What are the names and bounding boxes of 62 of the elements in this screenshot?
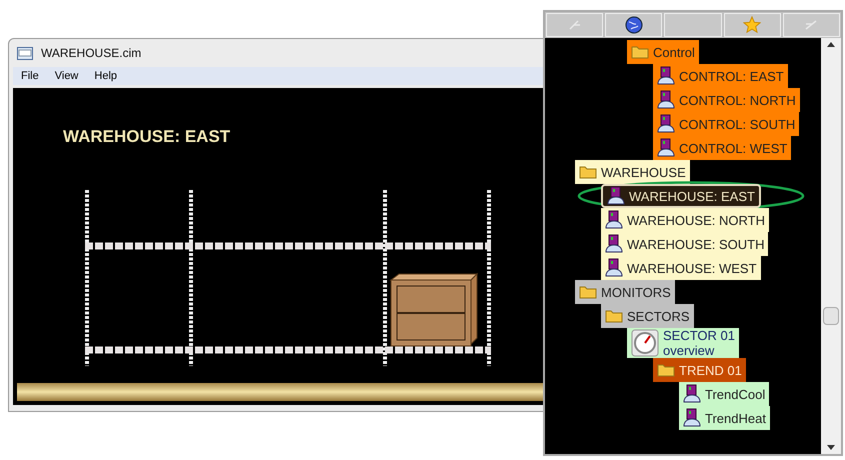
star-icon	[743, 16, 762, 34]
tree-item-label: CONTROL: WEST	[679, 140, 788, 156]
tree-item[interactable]: WAREHOUSE: NORTH	[601, 208, 769, 232]
computer-icon	[657, 138, 675, 158]
window-icon	[17, 46, 33, 60]
scrollbar[interactable]	[821, 38, 841, 454]
tree-item-label: Control	[653, 44, 695, 60]
tree-item-label: CONTROL: EAST	[679, 68, 784, 84]
tree-item-sublabel: overview	[663, 343, 716, 358]
scrollbar-thumb[interactable]	[823, 307, 839, 325]
menu-item[interactable]: View	[54, 68, 78, 84]
tree-item-label: TrendHeat	[705, 410, 766, 426]
tree-item-label: WAREHOUSE: NORTH	[627, 212, 765, 228]
tree-item-label: WAREHOUSE: WEST	[627, 260, 757, 276]
folder-icon	[631, 45, 649, 59]
computer-icon	[605, 210, 623, 230]
folder-icon	[579, 285, 597, 299]
tree-item-label: SECTORS	[627, 308, 690, 324]
tree-item-label: CONTROL: SOUTH	[679, 116, 796, 132]
computer-icon	[605, 234, 623, 254]
tree-item[interactable]: TrendCool	[679, 382, 770, 406]
globe-icon	[624, 16, 643, 34]
tree-item[interactable]: CONTROL: NORTH	[653, 88, 800, 112]
computer-icon	[605, 258, 623, 278]
tree-item-label: WAREHOUSE	[601, 164, 686, 180]
tree-item-label: WAREHOUSE: EAST	[629, 188, 755, 204]
computer-icon	[683, 384, 701, 404]
tree-item[interactable]: SECTORS	[601, 304, 694, 328]
computer-icon	[657, 90, 675, 110]
tree-item[interactable]: CONTROL: WEST	[653, 136, 792, 160]
window-title: WAREHOUSE.cim	[41, 45, 142, 62]
screen-title: WAREHOUSE: EAST	[63, 127, 230, 146]
toolbar-button[interactable]	[605, 13, 662, 37]
tree-item[interactable]: CONTROL: EAST	[653, 64, 788, 88]
computer-icon	[657, 114, 675, 134]
tree-item-label: CONTROL: NORTH	[679, 92, 796, 108]
scroll-up-icon	[827, 42, 835, 47]
tree-item-label: TREND 01	[679, 362, 742, 378]
computer-icon	[607, 186, 625, 206]
tree-item[interactable]: CONTROL: SOUTH	[653, 112, 800, 136]
menu-item[interactable]: Help	[94, 68, 118, 84]
folder-icon	[579, 165, 597, 179]
tree-item[interactable]: Control	[627, 40, 699, 64]
tree-item[interactable]: TrendHeat	[679, 406, 770, 430]
tree-item-label: WAREHOUSE: SOUTH	[627, 236, 764, 252]
tree-item[interactable]: WAREHOUSE: SOUTH	[601, 232, 768, 256]
gauge-icon	[631, 329, 659, 357]
computer-icon	[657, 66, 675, 86]
tree-item[interactable]: TREND 01	[653, 358, 746, 382]
folder-icon	[605, 309, 623, 323]
tree-item-label: SECTOR 01	[663, 328, 736, 343]
tree-item-label: MONITORS	[601, 284, 671, 300]
tree-item[interactable]: WAREHOUSE: WEST	[601, 256, 761, 280]
computer-icon	[683, 408, 701, 428]
tree-item[interactable]: MONITORS	[575, 280, 675, 304]
tree-item[interactable]: SECTOR 01 overview	[627, 328, 740, 358]
tree-item-label: TrendCool	[705, 386, 766, 402]
tree-item[interactable]: WAREHOUSE	[575, 160, 690, 184]
folder-icon	[657, 363, 675, 377]
menu-item[interactable]: File	[21, 68, 39, 84]
tree-item[interactable]: WAREHOUSE: EAST	[601, 184, 761, 208]
scroll-down-icon	[827, 445, 835, 450]
